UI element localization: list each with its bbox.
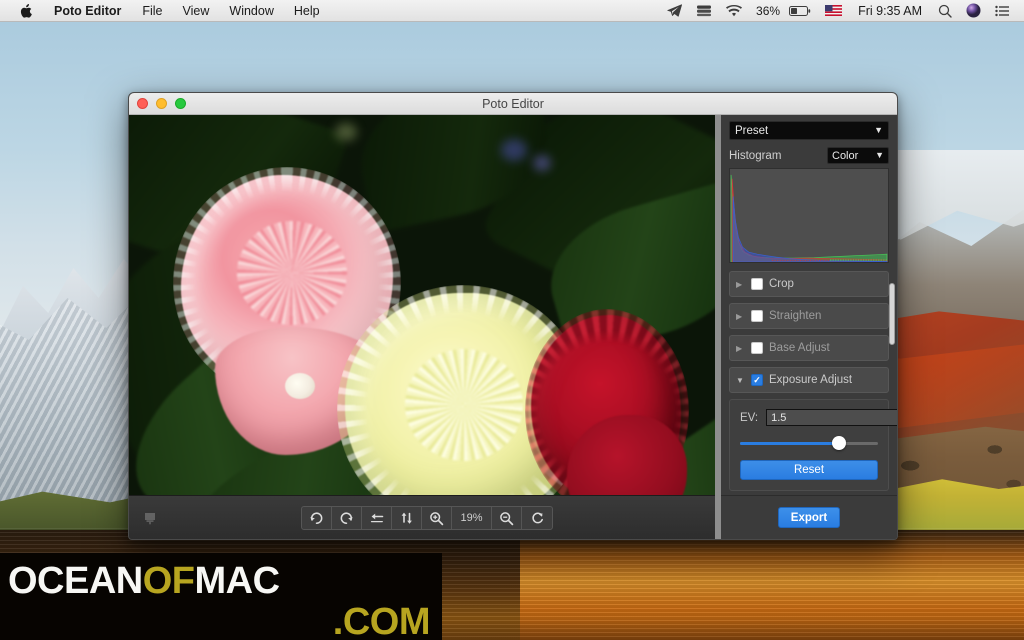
exposure-adjust-body: EV: Reset xyxy=(729,399,897,491)
menu-view[interactable]: View xyxy=(173,0,220,22)
straighten-checkbox[interactable] xyxy=(751,310,763,322)
bokeh-highlight xyxy=(335,123,357,141)
preset-dropdown[interactable]: Preset ▼ xyxy=(729,121,889,140)
exposure-slider[interactable] xyxy=(740,436,878,450)
chevron-down-icon: ▼ xyxy=(875,150,884,160)
bokeh-highlight xyxy=(533,155,551,171)
adjustments-panel: Preset ▼ Histogram Color ▼ ▶ Crop ▶ Stra… xyxy=(721,115,897,539)
zoom-in-button[interactable] xyxy=(422,507,452,529)
histogram-svg xyxy=(730,174,888,262)
menu-help[interactable]: Help xyxy=(284,0,330,22)
telegram-icon[interactable] xyxy=(660,4,689,17)
window-body: 19% Preset ▼ Histogram Color ▼ ▶ Crop ▶ … xyxy=(129,115,897,539)
histogram-chart[interactable] xyxy=(729,168,889,263)
histogram-mode-value: Color xyxy=(832,149,859,162)
watermark-overlay: OCEANOFMAC .COM xyxy=(0,553,442,640)
histogram-red-series xyxy=(731,178,888,262)
app-window: Poto Editor 19% Preset ▼ Histogram Color… xyxy=(128,92,898,540)
rotate-clockwise-button[interactable] xyxy=(332,507,362,529)
control-center-list-icon[interactable] xyxy=(988,5,1016,17)
ev-label: EV: xyxy=(740,411,759,424)
preset-label: Preset xyxy=(735,124,769,137)
crop-checkbox[interactable] xyxy=(751,278,763,290)
section-label-straighten: Straighten xyxy=(769,310,822,322)
menu-app-name[interactable]: Poto Editor xyxy=(43,0,132,22)
menu-bar-clock[interactable]: Fri 9:35 AM xyxy=(849,0,931,22)
watermark-line-1: OCEANOFMAC xyxy=(8,560,280,603)
bokeh-highlight xyxy=(501,139,527,161)
section-crop[interactable]: ▶ Crop xyxy=(729,271,889,297)
ev-row: EV: xyxy=(740,409,897,426)
section-label-base-adjust: Base Adjust xyxy=(769,342,830,354)
panel-footer: Export xyxy=(721,495,897,539)
zoom-level-value[interactable]: 19% xyxy=(452,507,492,529)
watermark-line-2: .COM xyxy=(332,601,431,640)
section-label-exposure-adjust: Exposure Adjust xyxy=(769,374,853,386)
import-icon[interactable] xyxy=(139,507,161,529)
watermark-ocean: OCEAN xyxy=(8,560,143,602)
photo-canvas[interactable] xyxy=(129,115,715,495)
exposure-adjust-checkbox[interactable] xyxy=(751,374,763,386)
panel-scroll-area: Preset ▼ Histogram Color ▼ ▶ Crop ▶ Stra… xyxy=(721,115,897,495)
siri-icon[interactable] xyxy=(959,3,988,18)
histogram-header: Histogram Color ▼ xyxy=(729,147,889,164)
histogram-label: Histogram xyxy=(729,149,782,162)
chevron-right-icon: ▶ xyxy=(736,311,743,321)
battery-percent: 36% xyxy=(756,3,781,18)
wifi-icon[interactable] xyxy=(719,4,749,17)
reset-view-button[interactable] xyxy=(522,507,552,529)
ev-input[interactable] xyxy=(766,409,897,426)
chevron-down-icon: ▼ xyxy=(874,125,883,135)
export-button[interactable]: Export xyxy=(778,507,840,528)
flower-stamen xyxy=(285,373,315,399)
histogram-green-series xyxy=(730,174,888,262)
pink-flower-center xyxy=(237,221,347,325)
slider-fill xyxy=(740,442,840,445)
base-adjust-checkbox[interactable] xyxy=(751,342,763,354)
chevron-right-icon: ▶ xyxy=(736,343,743,353)
watermark-mac: MAC xyxy=(194,560,281,602)
panel-scrollbar[interactable] xyxy=(889,283,895,345)
section-label-crop: Crop xyxy=(769,278,794,290)
apple-logo-icon[interactable] xyxy=(9,3,43,18)
battery-icon[interactable] xyxy=(782,5,818,17)
chevron-down-icon: ▼ xyxy=(736,375,744,385)
section-exposure-adjust[interactable]: ▼ Exposure Adjust xyxy=(729,367,889,393)
section-straighten[interactable]: ▶ Straighten xyxy=(729,303,889,329)
toolbar-button-group: 19% xyxy=(301,506,553,530)
search-icon[interactable] xyxy=(931,4,959,18)
window-title-bar[interactable]: Poto Editor xyxy=(129,93,897,115)
menu-window[interactable]: Window xyxy=(219,0,283,22)
flip-vertical-button[interactable] xyxy=(392,507,422,529)
section-base-adjust[interactable]: ▶ Base Adjust xyxy=(729,335,889,361)
reset-button[interactable]: Reset xyxy=(740,460,878,480)
menu-bar-left: Poto Editor File View Window Help xyxy=(0,0,330,22)
flip-horizontal-button[interactable] xyxy=(362,507,392,529)
menu-file[interactable]: File xyxy=(132,0,172,22)
yellow-flower-center xyxy=(405,349,523,461)
histogram-mode-dropdown[interactable]: Color ▼ xyxy=(827,147,889,164)
zoom-out-button[interactable] xyxy=(492,507,522,529)
disk-stack-icon[interactable] xyxy=(689,4,719,17)
chevron-right-icon: ▶ xyxy=(736,279,743,289)
bottom-toolbar: 19% xyxy=(129,495,715,539)
rotate-counterclockwise-button[interactable] xyxy=(302,507,332,529)
desktop: Poto Editor File View Window Help 36% Fr… xyxy=(0,0,1024,640)
histogram-blue-series xyxy=(732,196,888,262)
window-title: Poto Editor xyxy=(482,96,544,111)
us-flag-icon[interactable] xyxy=(818,5,849,16)
menu-bar: Poto Editor File View Window Help 36% Fr… xyxy=(0,0,1024,22)
canvas-column: 19% xyxy=(129,115,721,539)
watermark-of: OF xyxy=(142,560,195,602)
slider-knob[interactable] xyxy=(832,436,847,450)
menu-bar-status-area: 36% Fri 9:35 AM xyxy=(660,0,1024,22)
